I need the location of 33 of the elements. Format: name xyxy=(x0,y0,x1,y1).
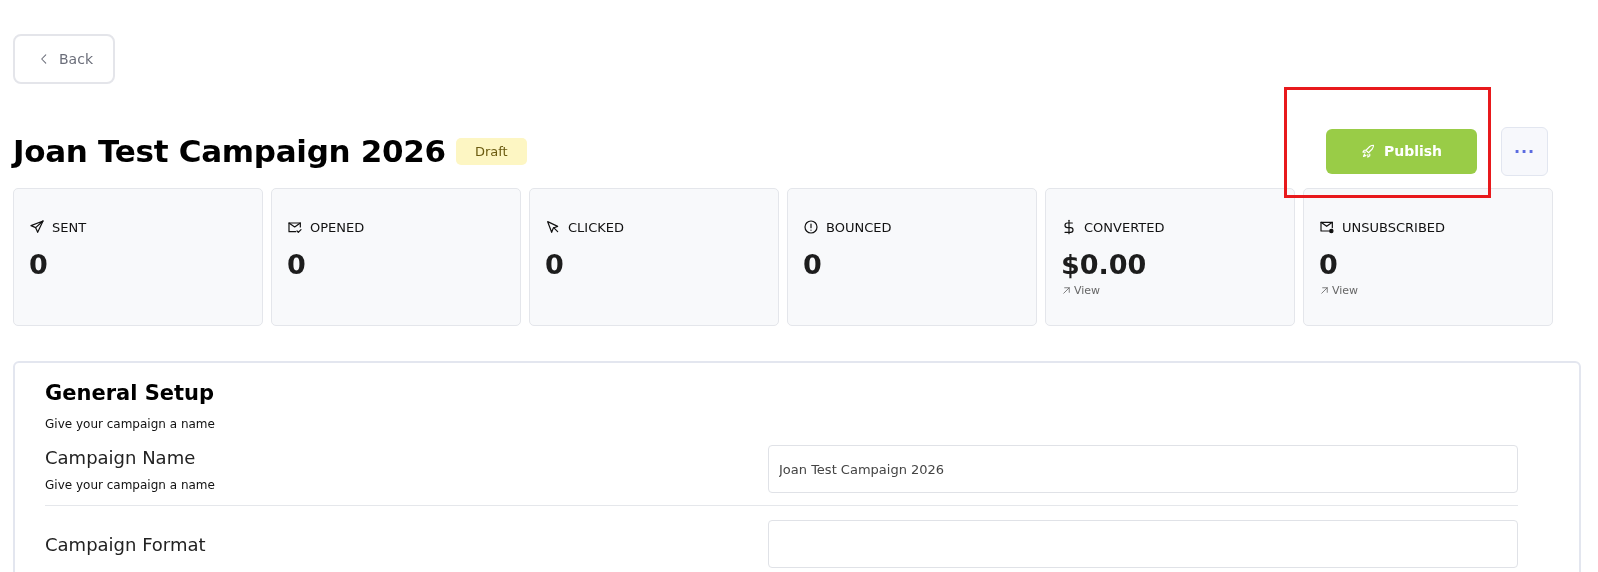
arrow-up-right-icon xyxy=(1061,285,1072,296)
paper-plane-icon xyxy=(29,219,45,235)
cursor-icon xyxy=(545,219,561,235)
stat-label: BOUNCED xyxy=(826,219,892,235)
stat-label: CONVERTED xyxy=(1084,219,1165,235)
arrow-up-right-icon xyxy=(1319,285,1330,296)
page-title: Joan Test Campaign 2026 xyxy=(13,133,446,169)
section-subtitle: Give your campaign a name xyxy=(45,417,216,431)
field-label: Campaign Name xyxy=(45,446,197,468)
view-link[interactable]: View xyxy=(1319,284,1552,297)
view-link[interactable]: View xyxy=(1061,284,1294,297)
input-field[interactable]: Joan Test Campaign 2026 xyxy=(768,445,1518,493)
more-button[interactable]: ··· xyxy=(1501,126,1548,176)
stat-label: CLICKED xyxy=(568,219,624,235)
stat-value: 0 xyxy=(287,249,307,280)
stat-label: SENT xyxy=(52,219,87,235)
stat-value: 0 xyxy=(29,249,49,280)
envelope-check-icon xyxy=(287,219,303,235)
stat-label: OPENED xyxy=(310,219,365,235)
rocket-icon xyxy=(1360,143,1376,159)
dollar-icon xyxy=(1061,219,1077,235)
stat-value: 0 xyxy=(545,249,565,280)
stat-value: $0.00 xyxy=(1061,249,1148,280)
status-badge: Draft xyxy=(455,137,527,165)
field-label: Campaign Format xyxy=(45,533,206,555)
back-button[interactable]: Back xyxy=(13,34,115,84)
stat-label: UNSUBSCRIBED xyxy=(1342,219,1446,235)
stat-value: 0 xyxy=(1319,249,1339,280)
alert-circle-icon xyxy=(803,219,819,235)
field-hint: Give your campaign a name xyxy=(45,477,215,492)
input-field[interactable] xyxy=(768,520,1518,568)
section-title: General Setup xyxy=(45,381,216,405)
stat-value: 0 xyxy=(803,249,823,280)
